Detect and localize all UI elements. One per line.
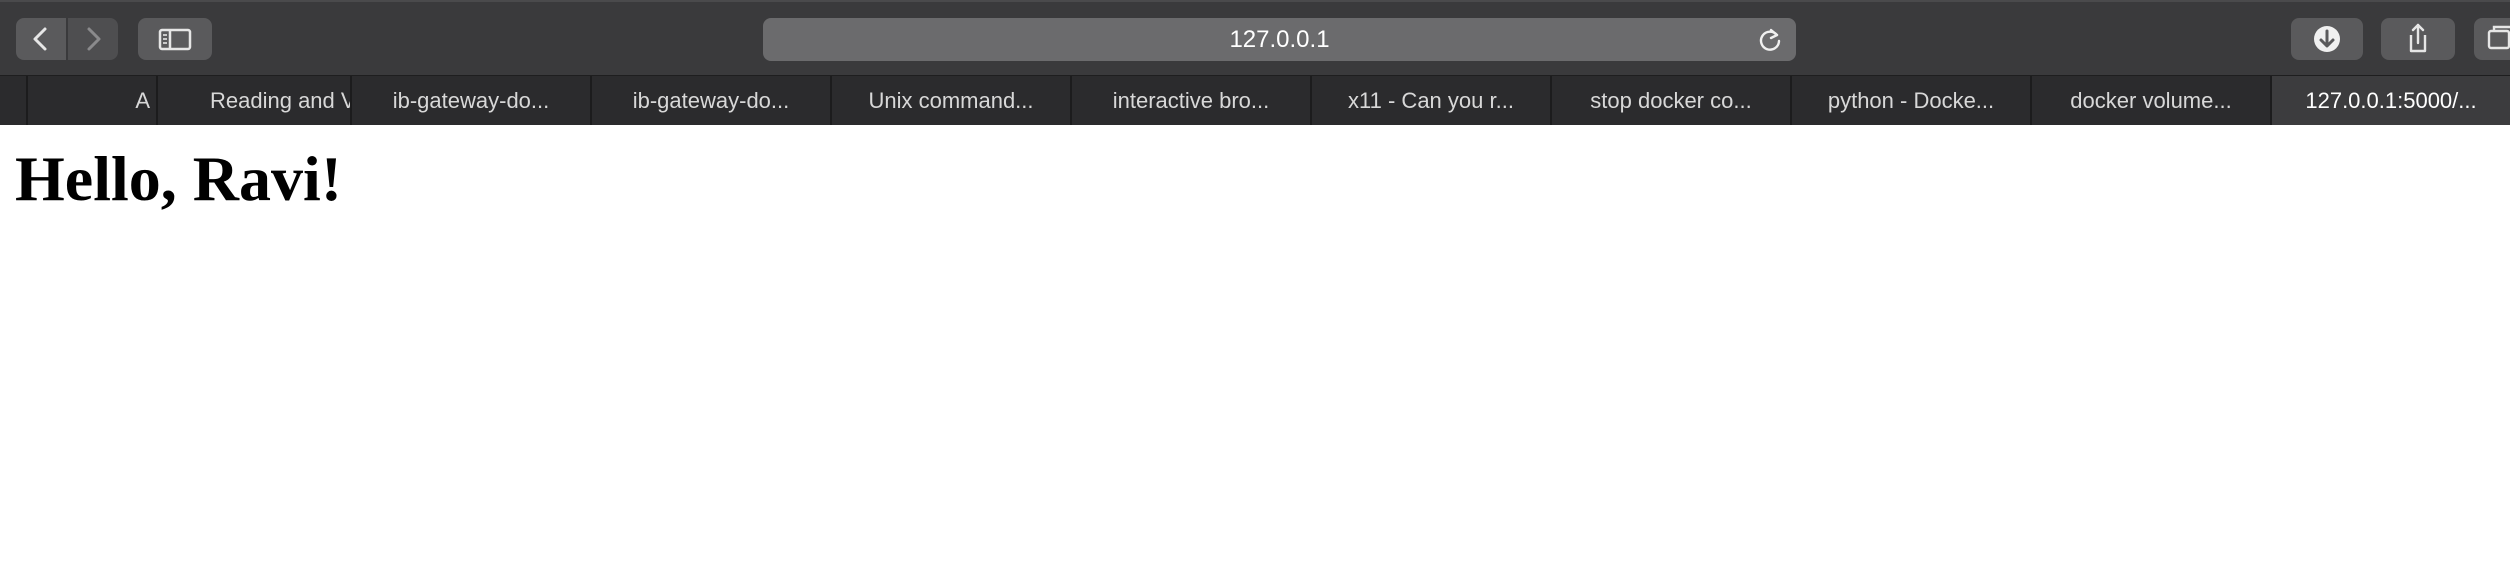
tab-6[interactable]: interactive bro... <box>1072 76 1312 125</box>
tab-label: A <box>135 88 150 113</box>
tab-label: Unix command... <box>868 88 1034 113</box>
tab-5[interactable]: Unix command... <box>832 76 1072 125</box>
address-bar[interactable]: 127.0.0.1 <box>763 18 1796 61</box>
tab-8[interactable]: stop docker co... <box>1552 76 1792 125</box>
tab-9[interactable]: python - Docke... <box>1792 76 2032 125</box>
tab-2[interactable]: Reading and V <box>158 76 352 125</box>
tab-label: Reading and V <box>210 88 352 113</box>
tab-7[interactable]: x11 - Can you r... <box>1312 76 1552 125</box>
tab-10[interactable]: docker volume... <box>2032 76 2272 125</box>
downloads-button[interactable] <box>2291 18 2363 60</box>
browser-toolbar: 127.0.0.1 <box>0 0 2510 75</box>
chevron-right-icon <box>87 27 101 51</box>
tab-active[interactable]: 127.0.0.1:5000/... <box>2272 76 2510 125</box>
sidebar-icon <box>158 28 192 51</box>
tab-label: docker volume... <box>2070 88 2232 113</box>
tab-pinned[interactable] <box>0 76 28 125</box>
tab-label: stop docker co... <box>1590 88 1752 113</box>
tab-label: interactive bro... <box>1112 88 1270 113</box>
tab-4[interactable]: ib-gateway-do... <box>592 76 832 125</box>
sidebar-toggle-button[interactable] <box>138 18 212 60</box>
tab-label: ib-gateway-do... <box>392 88 550 113</box>
back-button[interactable] <box>16 18 66 60</box>
share-button[interactable] <box>2381 18 2455 60</box>
forward-button[interactable] <box>68 18 118 60</box>
tab-bar: A Reading and V ib-gateway-do... ib-gate… <box>0 75 2510 125</box>
tab-1[interactable]: A <box>28 76 158 125</box>
tab-label: x11 - Can you r... <box>1348 88 1514 113</box>
reload-icon[interactable] <box>1756 26 1784 54</box>
tab-label: python - Docke... <box>1827 88 1995 113</box>
tab-label: ib-gateway-do... <box>632 88 790 113</box>
address-text[interactable]: 127.0.0.1 <box>763 18 1796 61</box>
chevron-left-icon <box>33 27 47 51</box>
tabs-icon <box>2487 25 2510 50</box>
share-icon <box>2409 23 2427 53</box>
tab-label: 127.0.0.1:5000/... <box>2305 88 2477 113</box>
download-icon <box>2314 26 2340 52</box>
page-heading: Hello, Ravi! <box>15 143 343 214</box>
tab-3[interactable]: ib-gateway-do... <box>352 76 592 125</box>
show-tabs-button[interactable] <box>2474 18 2510 60</box>
